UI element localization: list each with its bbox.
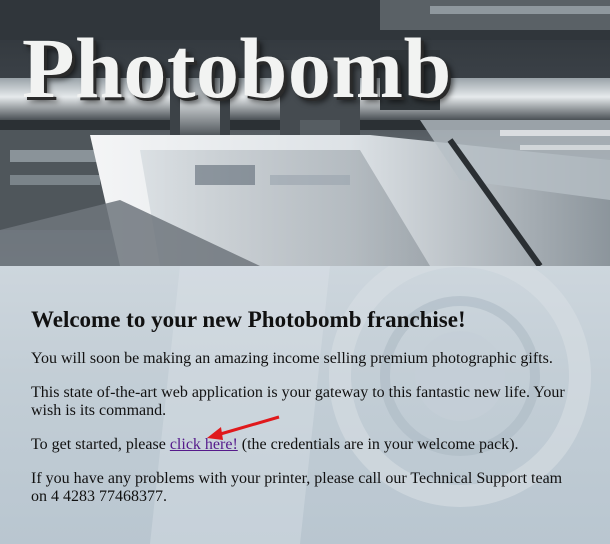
intro-paragraph: You will soon be making an amazing incom… bbox=[31, 350, 553, 367]
header-banner: Photobomb bbox=[0, 0, 610, 266]
get-started-paragraph: To get started, please click here! (the … bbox=[31, 436, 576, 454]
welcome-heading: Welcome to your new Photobomb franchise! bbox=[31, 307, 466, 332]
site-title: Photobomb bbox=[22, 20, 452, 116]
get-started-text: To get started, please bbox=[31, 436, 170, 453]
gateway-paragraph: This state of-the-art web application is… bbox=[31, 384, 565, 419]
welcome-content: Welcome to your new Photobomb franchise!… bbox=[31, 306, 576, 522]
support-paragraph: If you have any problems with your print… bbox=[31, 470, 563, 505]
red-arrow-icon bbox=[207, 415, 280, 440]
page: Photobomb Welcome to your new Photobomb … bbox=[0, 0, 610, 544]
